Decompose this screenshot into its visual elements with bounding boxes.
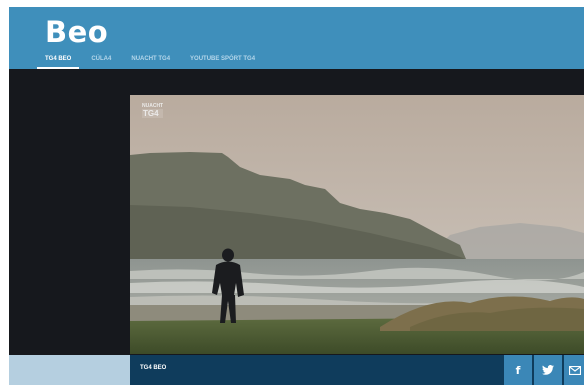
nav-tab-tg4-beo[interactable]: TG4 BEO <box>35 53 81 69</box>
watermark-tg4-logo: TG4 <box>142 109 164 118</box>
beo-logo[interactable]: Beo <box>45 15 108 49</box>
nuacht-tg4-watermark: NUACHT TG4 <box>142 103 164 118</box>
mail-icon <box>569 365 581 375</box>
player-caption-bar: TG4 BEO f <box>130 355 584 385</box>
site-header: Beo TG4 BEO CÚLA4 NUACHT TG4 YOUTUBE SPÓ… <box>9 7 584 69</box>
main-nav: TG4 BEO CÚLA4 NUACHT TG4 YOUTUBE SPÓRT T… <box>35 53 265 69</box>
app-frame: Beo TG4 BEO CÚLA4 NUACHT TG4 YOUTUBE SPÓ… <box>9 7 584 385</box>
nav-tab-nuacht-tg4[interactable]: NUACHT TG4 <box>121 53 180 69</box>
facebook-icon: f <box>515 363 521 377</box>
twitter-share-button[interactable] <box>534 355 562 385</box>
nav-tab-cula4[interactable]: CÚLA4 <box>81 53 121 69</box>
email-share-button[interactable] <box>564 355 584 385</box>
channel-caption: TG4 BEO <box>140 365 167 371</box>
twitter-bird-icon <box>542 365 554 375</box>
facebook-share-button[interactable]: f <box>504 355 532 385</box>
sidebar-footer-panel <box>9 355 130 385</box>
video-frame-scene <box>130 95 584 354</box>
video-player[interactable]: NUACHT TG4 <box>130 95 584 354</box>
nav-tab-youtube-sport-tg4[interactable]: YOUTUBE SPÓRT TG4 <box>180 53 265 69</box>
